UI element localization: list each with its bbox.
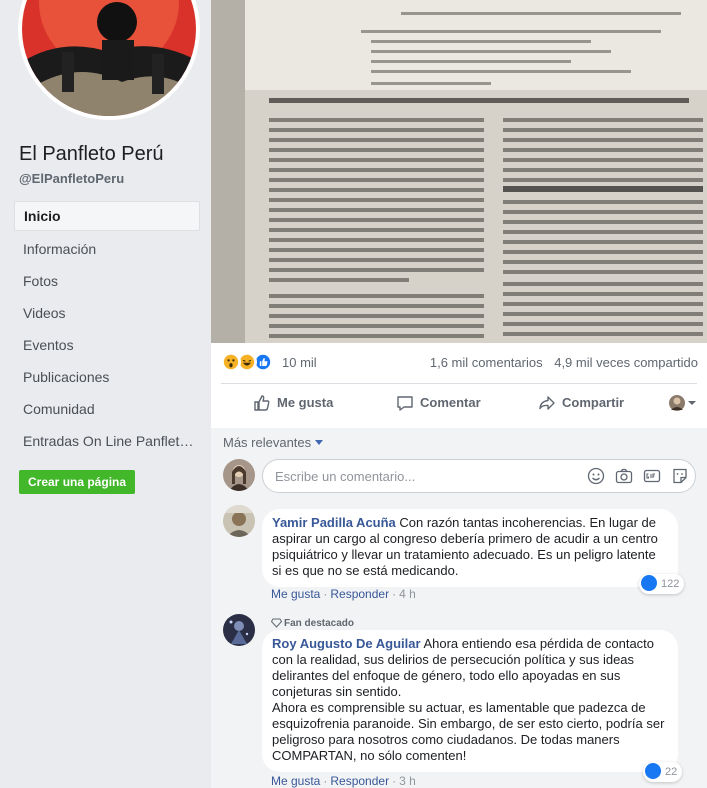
comment-meta: Me gusta · Responder · 3 h [271,774,416,788]
caret-down-icon [315,440,324,445]
reactions-summary: 10 mil 1,6 mil comentarios 4,9 mil veces… [221,351,701,375]
comment-like-count[interactable]: 22 [643,762,683,782]
share-arrow-icon [539,395,555,410]
like-count: 122 [661,578,680,590]
nav-item-comunidad[interactable]: Comunidad [14,393,200,425]
comment-like-count[interactable]: 122 [639,574,685,594]
sort-label: Más relevantes [223,435,312,450]
comments-section: Más relevantes Yamir Padilla Acuña Con r… [211,428,707,788]
comment-reply-link[interactable]: Responder [330,587,389,601]
nav-item-informacion[interactable]: Información [14,233,200,265]
like-button[interactable]: Me gusta [253,384,333,422]
sticker-icon[interactable] [671,467,689,485]
nav-item-fotos[interactable]: Fotos [14,265,200,297]
commenter-avatar[interactable] [223,505,255,537]
emoji-icon[interactable] [587,467,605,485]
comment-meta: Me gusta · Responder · 4 h [271,587,416,601]
share-button[interactable]: Compartir [538,384,624,422]
comment-text-continued: Ahora es comprensible su actuar, es lame… [272,700,665,763]
comment-author[interactable]: Yamir Padilla Acuña [272,515,396,530]
comment-bubble: Yamir Padilla Acuña Con razón tantas inc… [262,509,678,587]
comment-time[interactable]: 3 h [399,774,416,788]
nav-item-publicaciones[interactable]: Publicaciones [14,361,200,393]
comment-reply-link[interactable]: Responder [330,774,389,788]
page-handle[interactable]: @ElPanfletoPeru [19,171,124,186]
like-reaction-icon [645,763,661,780]
comment-author[interactable]: Roy Augusto De Aguilar [272,636,421,651]
compose-tools [577,467,689,488]
share-label: Compartir [562,395,625,410]
post-card: 10 mil 1,6 mil comentarios 4,9 mil veces… [211,0,707,788]
comment-button[interactable]: Comentar [396,384,481,422]
page-title[interactable]: El Panfleto Perú [19,143,164,166]
nav-item-videos[interactable]: Videos [14,297,200,329]
like-label: Me gusta [277,395,334,410]
comments-count[interactable]: 1,6 mil comentarios [430,355,543,370]
page-sidebar: El Panfleto Perú @ElPanfletoPeru Inicio … [0,0,211,788]
fan-badge[interactable]: Fan destacado [270,618,355,629]
nav-item-entradas[interactable]: Entradas On Line Panfleto Perú [14,425,200,457]
thumbs-up-icon [254,394,270,411]
comment-icon [397,395,413,411]
page-nav: Inicio Información Fotos Videos Eventos … [14,201,200,457]
reaction-count[interactable]: 10 mil [282,355,317,370]
page-profile-picture[interactable] [18,0,200,120]
comment-bubble: Roy Augusto De Aguilar Ahora entiendo es… [262,630,678,772]
comment-like-link[interactable]: Me gusta [271,587,320,601]
comment-sort-dropdown[interactable]: Más relevantes [223,435,324,450]
post-photo[interactable] [211,0,707,343]
comment-label: Comentar [420,395,481,410]
comment-input[interactable] [275,460,575,492]
comment-time[interactable]: 4 h [399,587,416,601]
nav-item-inicio[interactable]: Inicio [14,201,200,231]
camera-icon[interactable] [615,467,633,485]
post-stats: 1,6 mil comentarios 4,9 mil veces compar… [422,355,698,370]
comment-compose [262,459,696,493]
like-reaction-icon [641,575,657,592]
diamond-icon [270,618,283,629]
profile-chevron-icon [669,395,696,411]
current-user-avatar[interactable] [223,459,255,491]
newspaper-clipping-image [211,0,707,343]
commenter-avatar[interactable] [223,614,255,646]
profile-picture-image [22,0,196,116]
gif-icon[interactable] [643,467,661,485]
like-count: 22 [665,766,678,778]
post-as-selector[interactable] [667,393,697,416]
nav-item-eventos[interactable]: Eventos [14,329,200,361]
fan-badge-label: Fan destacado [284,618,355,629]
post-actions: Me gusta Comentar Compartir [221,384,697,422]
shares-count[interactable]: 4,9 mil veces compartido [554,355,698,370]
comment-like-link[interactable]: Me gusta [271,774,320,788]
create-page-button[interactable]: Crear una página [19,470,136,494]
wow-reaction-icon [221,352,241,372]
